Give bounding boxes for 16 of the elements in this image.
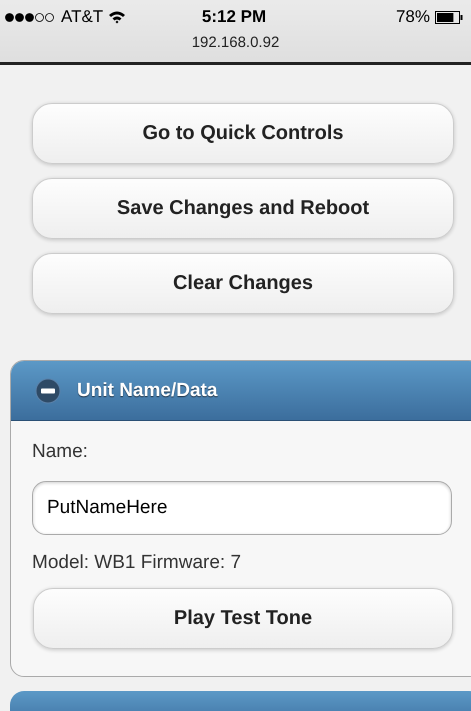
carrier-name: AT&T (61, 7, 104, 27)
name-field[interactable]: PutNameHere (32, 481, 452, 535)
action-button[interactable]: Save Changes and Reboot (32, 178, 454, 239)
test-tone-button[interactable]: Play Test Tone (33, 588, 453, 649)
page-address[interactable]: 192.168.0.92 (0, 34, 471, 51)
wifi-icon (108, 10, 126, 24)
battery-percent: 78% (396, 7, 430, 27)
section-title: Unit Name/Data (77, 380, 218, 402)
clock-time: 5:12 PM (202, 7, 266, 27)
action-button[interactable]: Go to Quick Controls (32, 103, 454, 164)
name-label: Name: (32, 441, 89, 463)
model-info: Model: WB1 Firmware: 7 (32, 552, 242, 574)
battery-icon (435, 10, 463, 24)
signal-icon (5, 12, 56, 22)
section-header[interactable]: Unit Name/Data (11, 361, 471, 421)
action-button[interactable]: Clear Changes (32, 253, 454, 314)
